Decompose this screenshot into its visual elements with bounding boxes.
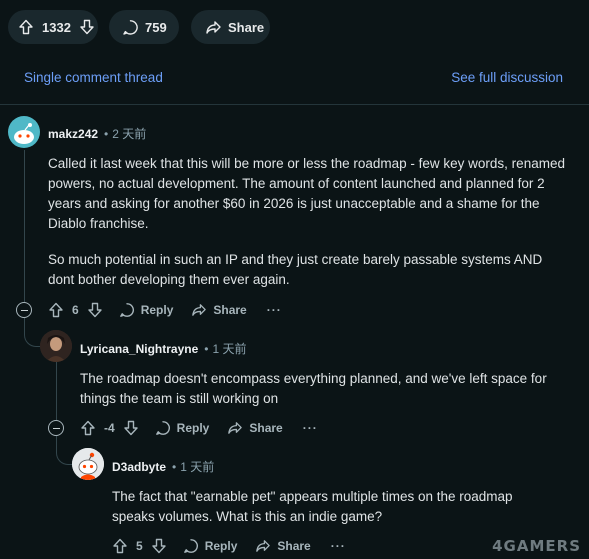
comment-paragraph: The fact that "earnable pet" appears mul… [112, 489, 513, 524]
reply-button[interactable]: Reply [155, 420, 210, 436]
comment-actions: 5 Reply Share ··· [112, 534, 346, 558]
post-vote-count: 1332 [42, 19, 71, 35]
reply-bubble-icon [155, 421, 170, 435]
collapse-thread-button[interactable] [16, 302, 32, 318]
comment-paragraph: So much potential in such an IP and they… [48, 252, 543, 287]
share-arrow-icon [192, 304, 207, 316]
comment-author[interactable]: D3adbyte [112, 460, 166, 474]
comment-author[interactable]: Lyricana_Nightrayne [80, 342, 198, 356]
downvote-icon[interactable] [87, 302, 103, 318]
downvote-icon[interactable] [79, 19, 95, 35]
share-button[interactable]: Share [191, 302, 247, 318]
character-avatar-icon [40, 330, 72, 362]
reply-bubble-icon [183, 539, 198, 553]
comment-time[interactable]: 1 天前 [180, 458, 214, 475]
thread-line-level-2 [56, 362, 57, 420]
downvote-icon[interactable] [151, 538, 167, 554]
share-button[interactable]: Share [255, 538, 311, 554]
section-divider [0, 104, 589, 105]
reply-label: Reply [176, 421, 210, 435]
snoo-avatar-icon [14, 123, 34, 144]
more-options-button[interactable]: ··· [267, 303, 282, 317]
comments-button[interactable]: 759 [109, 10, 179, 44]
more-options-button[interactable]: ··· [331, 539, 346, 553]
comment-meta: Lyricana_Nightrayne • 1 天前 [80, 340, 246, 357]
share-label: Share [249, 421, 283, 435]
comment-score: -4 [104, 421, 115, 435]
share-arrow-icon [256, 540, 271, 552]
thread-line-level-1 [24, 150, 25, 302]
share-arrow-icon [205, 19, 222, 36]
meta-separator: • [204, 341, 209, 356]
share-label: Share [277, 539, 311, 553]
comment-score: 5 [136, 539, 143, 553]
snoo-avatar-icon [72, 448, 104, 480]
comment-meta: D3adbyte • 1 天前 [112, 458, 214, 475]
reply-label: Reply [140, 303, 174, 317]
share-arrow-icon [228, 422, 243, 434]
reply-button[interactable]: Reply [119, 302, 174, 318]
comment-time[interactable]: 2 天前 [112, 125, 146, 142]
post-share-button[interactable]: Share [191, 10, 270, 44]
watermark: 4GAMERS [492, 537, 581, 555]
comment-score: 6 [72, 303, 79, 317]
single-comment-thread-link[interactable]: Single comment thread [24, 70, 163, 85]
reply-label: Reply [204, 539, 238, 553]
meta-separator: • [172, 459, 177, 474]
post-share-label: Share [228, 19, 265, 35]
meta-separator: • [104, 126, 109, 141]
comment-actions: 6 Reply Share ··· [48, 298, 282, 322]
share-button[interactable]: Share [227, 420, 283, 436]
more-options-button[interactable]: ··· [303, 421, 318, 435]
see-full-discussion-link[interactable]: See full discussion [451, 70, 563, 85]
comment-time[interactable]: 1 天前 [212, 340, 246, 357]
comment-author[interactable]: makz242 [48, 127, 98, 141]
upvote-icon[interactable] [18, 19, 34, 35]
comment-paragraph: Called it last week that this will be mo… [48, 156, 565, 231]
comment-actions: -4 Reply Share ··· [80, 416, 318, 440]
share-label: Share [213, 303, 247, 317]
collapse-thread-button[interactable] [48, 420, 64, 436]
reply-bubble-icon [119, 303, 134, 317]
downvote-icon[interactable] [123, 420, 139, 436]
avatar[interactable] [8, 116, 40, 148]
avatar[interactable] [72, 448, 104, 480]
upvote-icon[interactable] [80, 420, 96, 436]
comment-meta: makz242 • 2 天前 [48, 125, 146, 142]
avatar[interactable] [40, 330, 72, 362]
reply-button[interactable]: Reply [183, 538, 238, 554]
post-vote-bar: 1332 [8, 10, 98, 44]
upvote-icon[interactable] [48, 302, 64, 318]
comment-count: 759 [145, 19, 167, 35]
comment-paragraph: The roadmap doesn't encompass everything… [80, 371, 547, 406]
comment-bubble-icon [122, 19, 139, 36]
upvote-icon[interactable] [112, 538, 128, 554]
